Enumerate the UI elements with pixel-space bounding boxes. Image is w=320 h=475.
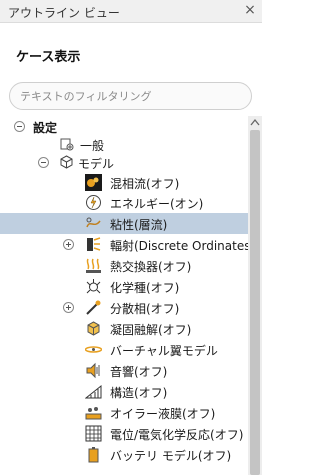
vertical-scrollbar[interactable] [248,116,262,475]
filter-box[interactable] [9,82,252,110]
tree-item-species[interactable]: 化学種(オフ) [0,276,248,297]
close-icon[interactable]: × [243,3,257,17]
acoustics-icon [86,362,100,379]
solidification-icon [87,321,100,336]
battery-icon [88,447,99,463]
tree-item-label: 構造(オフ) [110,386,168,400]
tree-item-label: 音響(オフ) [110,365,168,379]
tree-item-label: モデル [78,157,115,171]
general-icon [60,138,74,151]
models-icon [60,155,73,169]
energy-icon [86,195,101,210]
tree-item-label: オイラー液膜(オフ) [110,407,216,421]
tree-item-energy[interactable]: エネルギー(オン) [0,192,248,213]
window-title: アウトライン ビュー [8,6,120,20]
tree-item-label: 電位/電気化学反応(オフ) [110,428,244,442]
tree-item-label: 混相流(オフ) [110,177,180,191]
radiation-icon [87,237,101,251]
structure-icon [85,384,102,399]
tree-item-label: 粘性(層流) [110,218,168,232]
tree-item-models[interactable]: モデル [0,152,248,173]
collapse-icon[interactable] [38,157,49,168]
tree-item-structure[interactable]: 構造(オフ) [0,381,248,402]
electrochemistry-icon [85,425,102,442]
tree-item-battery[interactable]: バッテリ モデル(オフ) [0,444,248,465]
tree-item-eulerian-film[interactable]: オイラー液膜(オフ) [0,402,248,423]
species-icon [86,279,101,294]
multiphase-icon [85,174,102,191]
filter-text-input[interactable] [10,83,251,109]
discrete-phase-icon [86,300,101,315]
tree-item-solidification[interactable]: 凝固融解(オフ) [0,318,248,339]
tree-item-label: 熱交換器(オフ) [110,260,192,274]
tree-item-heat-exchanger[interactable]: 熱交換器(オフ) [0,255,248,276]
tree-item-acoustics[interactable]: 音響(オフ) [0,360,248,381]
tree-item-multiphase[interactable]: 混相流(オフ) [0,172,248,193]
scroll-up-icon[interactable] [250,118,260,126]
case-view-title: ケース表示 [16,50,81,65]
outline-view-titlebar: アウトライン ビュー × [0,0,262,23]
viscous-icon [86,217,101,228]
scrollbar-thumb[interactable] [250,130,260,475]
tree-item-label: 輻射(Discrete Ordinates) [110,239,248,253]
expand-icon[interactable] [63,239,74,250]
tree-item-label: バッテリ モデル(オフ) [110,449,232,463]
tree-item-viscous[interactable]: 粘性(層流) [0,213,248,234]
tree-item-virtual-blade[interactable]: バーチャル翼モデル [0,339,248,360]
eulerian-film-icon [85,407,102,420]
virtual-blade-icon [85,346,102,353]
collapse-icon[interactable] [14,121,25,132]
tree-item-label: エネルギー(オン) [110,197,204,211]
tree-item-radiation[interactable]: 輻射(Discrete Ordinates) [0,234,248,255]
tree-item-label: 凝固融解(オフ) [110,323,192,337]
expand-icon[interactable] [63,302,74,313]
heat-exchanger-icon [86,258,101,273]
tree-item-electrochemistry[interactable]: 電位/電気化学反応(オフ) [0,423,248,444]
outline-tree: 設定 一般 モデル 混相流(オフ) エネルギー(オン) 粘性(層流) 輻射(Di… [0,116,248,475]
tree-item-discrete-phase[interactable]: 分散相(オフ) [0,297,248,318]
tree-item-label: 分散相(オフ) [110,302,180,316]
tree-item-label: 化学種(オフ) [110,281,180,295]
tree-item-label: バーチャル翼モデル [110,344,218,358]
